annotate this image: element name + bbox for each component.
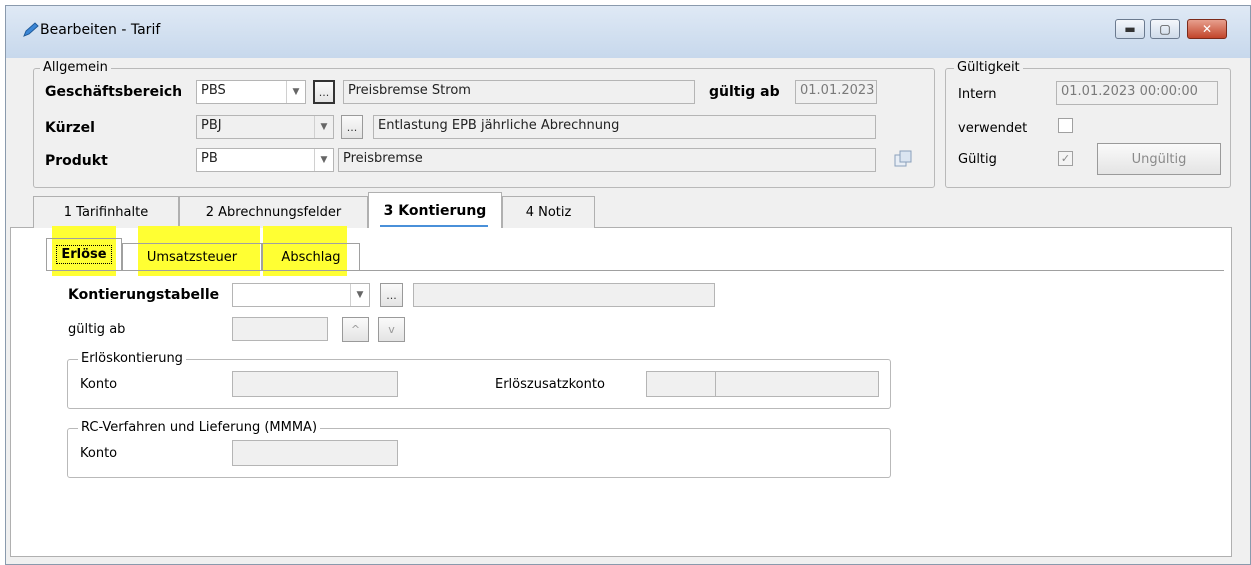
kuerzel-label: Kürzel — [45, 120, 95, 136]
kontierung-gueltig-ab-label: gültig ab — [68, 322, 126, 337]
geschaeftsbereich-label: Geschäftsbereich — [45, 84, 183, 100]
checkmark-icon: ✓ — [1060, 152, 1071, 165]
verwendet-label: verwendet — [958, 121, 1028, 136]
subtab-baseline — [46, 270, 1224, 271]
tab-abrechnungsfelder[interactable]: 2 Abrechnungsfelder — [179, 196, 368, 228]
tab-kontierung[interactable]: 3 Kontierung — [368, 192, 502, 228]
chevron-down-icon[interactable]: ▼ — [314, 149, 333, 171]
next-arrow-button[interactable]: v — [378, 317, 405, 342]
gueltig-checkbox[interactable]: ✓ — [1058, 151, 1073, 166]
minimize-icon: ▬ — [1124, 22, 1136, 36]
ungueltig-button[interactable]: Ungültig — [1097, 143, 1221, 175]
active-tab-indicator — [380, 225, 488, 227]
close-icon: ✕ — [1201, 22, 1213, 36]
subtab-erloese[interactable]: Erlöse — [46, 238, 122, 270]
intern-field[interactable]: 01.01.2023 00:00:00 — [1056, 81, 1218, 105]
tab-tarifinhalte[interactable]: 1 Tarifinhalte — [33, 196, 179, 228]
verwendet-checkbox[interactable] — [1058, 118, 1073, 133]
geschaeftsbereich-description: Preisbremse Strom — [343, 80, 695, 104]
maximize-icon: ▢ — [1159, 22, 1171, 36]
erloeszusatzkonto-field-2[interactable] — [715, 371, 879, 397]
allgemein-group-label: Allgemein — [40, 60, 111, 75]
gueltig-ab-label: gültig ab — [709, 84, 780, 100]
previous-arrow-button[interactable]: ^ — [342, 317, 369, 342]
rc-konto-label: Konto — [80, 446, 118, 461]
geschaeftsbereich-combo[interactable]: PBS ▼ — [196, 80, 306, 104]
erloeszusatzkonto-field-1[interactable] — [646, 371, 716, 397]
gueltigkeit-group-label: Gültigkeit — [954, 60, 1023, 75]
erloeskontierung-group-label: Erlöskontierung — [78, 351, 186, 366]
geschaeftsbereich-value: PBS — [201, 83, 226, 98]
gueltig-label: Gültig — [958, 152, 997, 167]
kontierungstabelle-label: Kontierungstabelle — [68, 287, 220, 303]
close-button[interactable]: ✕ — [1187, 19, 1227, 39]
maximize-button[interactable]: ▢ — [1150, 19, 1180, 39]
kuerzel-combo[interactable]: PBJ ▼ — [196, 115, 334, 139]
title-bar — [6, 6, 1250, 58]
chevron-down-icon[interactable]: ▼ — [350, 284, 369, 306]
edit-pen-icon — [23, 22, 39, 37]
kontierung-gueltig-ab-field[interactable] — [232, 317, 328, 341]
subtab-umsatzsteuer[interactable]: Umsatzsteuer — [122, 243, 262, 270]
minimize-button[interactable]: ▬ — [1115, 19, 1145, 39]
rc-verfahren-group — [67, 428, 891, 478]
produkt-description: Preisbremse — [338, 148, 876, 172]
konto-label: Konto — [80, 377, 118, 392]
kontierungstabelle-combo[interactable]: ▼ — [232, 283, 370, 307]
kontierungstabelle-description — [413, 283, 715, 307]
window-title: Bearbeiten - Tarif — [40, 22, 161, 38]
open-detail-icon[interactable] — [893, 149, 913, 169]
produkt-combo[interactable]: PB ▼ — [196, 148, 334, 172]
gueltig-ab-field[interactable]: 01.01.2023 — [795, 80, 877, 104]
kuerzel-lookup-button[interactable]: ... — [341, 115, 363, 139]
rc-konto-field[interactable] — [232, 440, 398, 466]
subtab-erloese-label: Erlöse — [56, 245, 112, 264]
chevron-down-icon[interactable]: ▼ — [314, 116, 333, 138]
tab-notiz[interactable]: 4 Notiz — [502, 196, 595, 228]
produkt-value: PB — [201, 151, 218, 166]
rc-verfahren-group-label: RC-Verfahren und Lieferung (MMMA) — [78, 420, 321, 435]
kontierungstabelle-lookup-button[interactable]: ... — [380, 283, 403, 307]
kuerzel-description: Entlastung EPB jährliche Abrechnung — [373, 115, 876, 139]
kuerzel-value: PBJ — [201, 118, 222, 133]
subtab-abschlag[interactable]: Abschlag — [262, 243, 360, 270]
erloeszusatzkonto-label: Erlöszusatzkonto — [495, 377, 605, 392]
produkt-label: Produkt — [45, 153, 108, 169]
chevron-down-icon[interactable]: ▼ — [286, 81, 305, 103]
konto-field[interactable] — [232, 371, 398, 397]
intern-label: Intern — [958, 87, 997, 102]
geschaeftsbereich-lookup-button[interactable]: ... — [313, 80, 335, 104]
